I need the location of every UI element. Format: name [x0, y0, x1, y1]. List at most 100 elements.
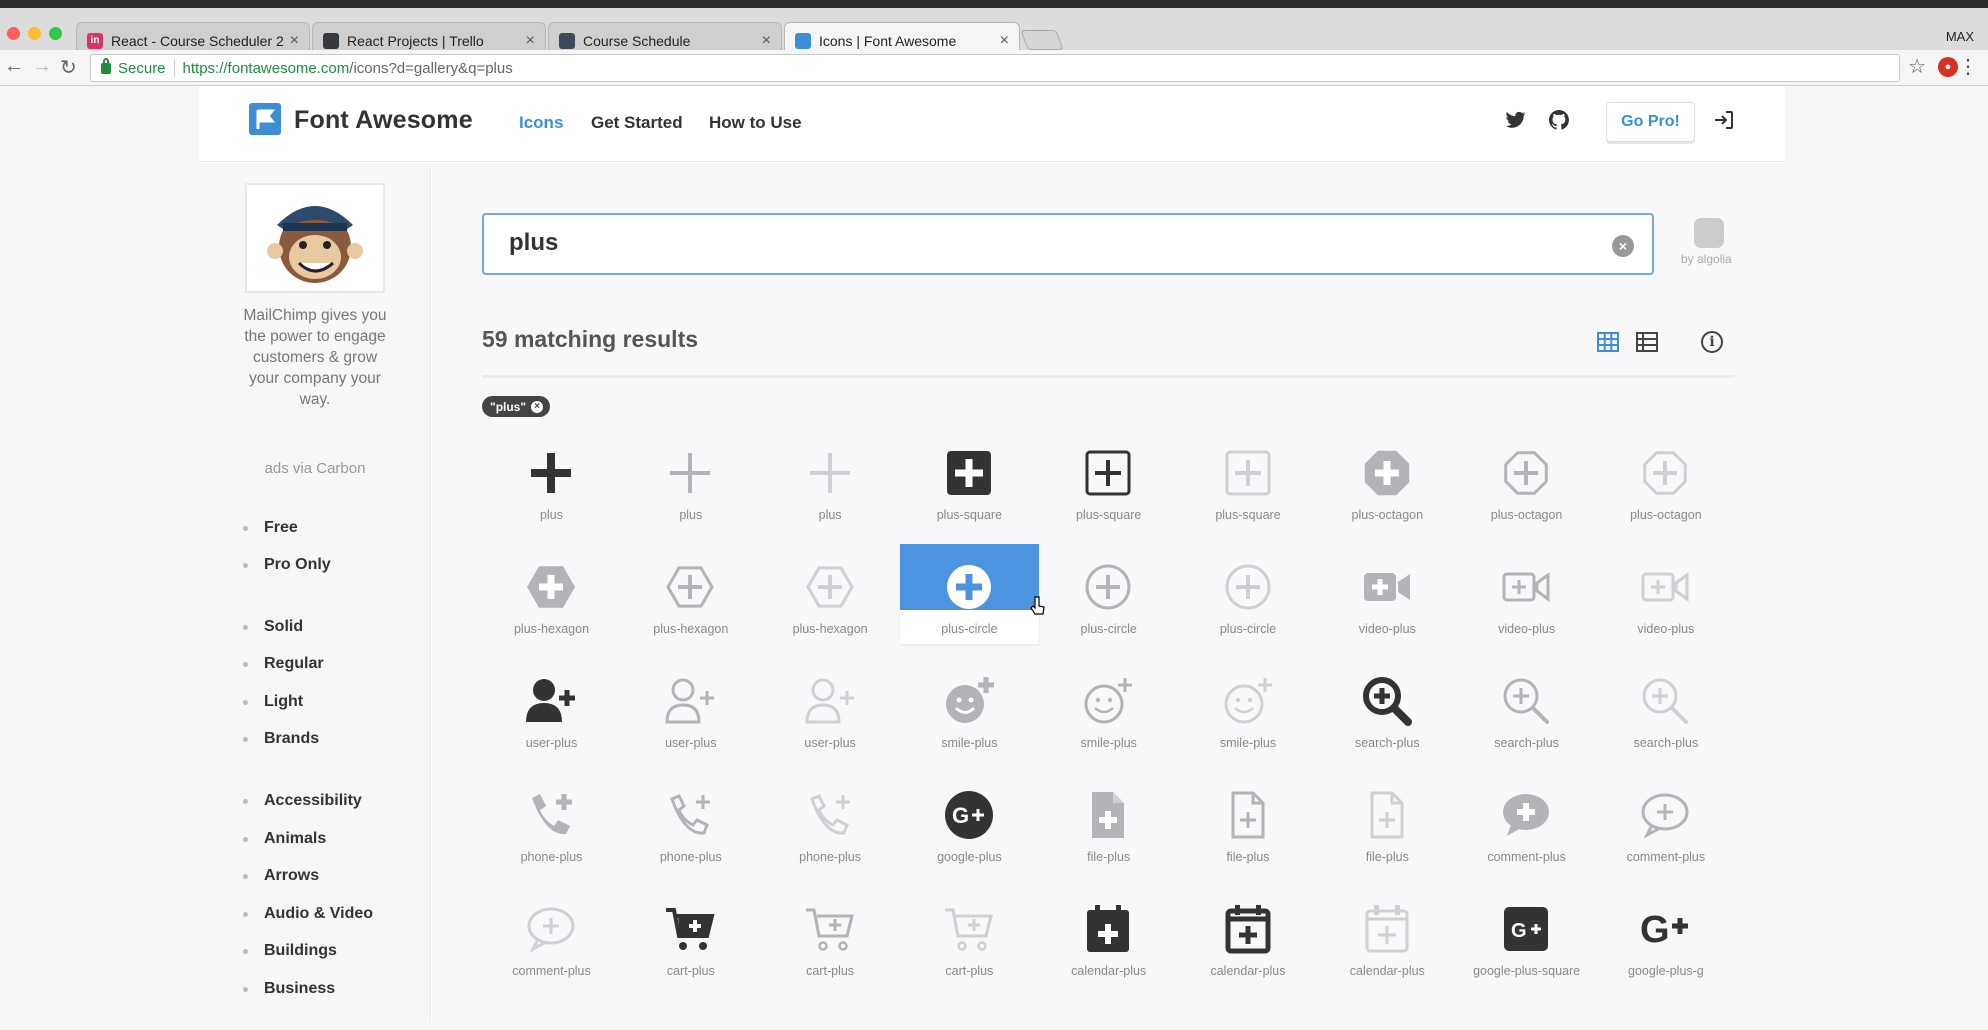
icon-card-user-plus[interactable]: user-plus	[621, 658, 760, 758]
icon-card-phone-plus[interactable]: phone-plus	[621, 772, 760, 872]
icon-card-plus-circle[interactable]: plus-circle	[899, 544, 1039, 644]
icon-card-smile-plus[interactable]: smile-plus	[1039, 658, 1178, 758]
icon-card-plus-hexagon[interactable]: plus-hexagon	[621, 544, 760, 644]
nav-how-to-use[interactable]: How to Use	[709, 113, 802, 133]
tab-title: Course Schedule	[583, 32, 691, 49]
filter-light[interactable]: Light	[243, 693, 303, 711]
icon-card-video-plus[interactable]: video-plus	[1457, 544, 1596, 644]
close-window-button[interactable]	[7, 27, 20, 40]
query-filter-tag[interactable]: "plus" ×	[482, 396, 551, 417]
table-view-icon[interactable]	[1636, 332, 1658, 352]
info-icon[interactable]: i	[1701, 331, 1723, 353]
icon-card-plus[interactable]: plus	[482, 430, 621, 530]
icon-card-plus-octagon[interactable]: plus-octagon	[1457, 430, 1596, 530]
filter-brands[interactable]: Brands	[243, 730, 319, 748]
icon-card-google-plus-square[interactable]: Ggoogle-plus-square	[1457, 886, 1596, 986]
filter-free[interactable]: Free	[243, 519, 298, 537]
algolia-label[interactable]: by algolia	[1681, 252, 1732, 266]
trello-favicon-icon	[323, 32, 339, 49]
icon-card-comment-plus[interactable]: comment-plus	[1457, 772, 1596, 872]
close-tab-icon[interactable]: ×	[762, 32, 771, 50]
github-icon[interactable]	[1547, 108, 1571, 132]
icon-card-google-plus[interactable]: Ggoogle-plus	[900, 772, 1039, 872]
secure-indicator[interactable]: Secure	[101, 57, 166, 77]
font-awesome-flag-icon[interactable]	[249, 103, 281, 135]
icon-card-video-plus[interactable]: video-plus	[1318, 544, 1457, 644]
icon-card-comment-plus[interactable]: comment-plus	[482, 886, 621, 986]
profile-name[interactable]: MAX	[1946, 29, 1974, 44]
site-logo-text[interactable]: Font Awesome	[294, 106, 473, 135]
icon-card-plus-square[interactable]: plus-square	[1179, 430, 1318, 530]
icon-card-file-plus[interactable]: file-plus	[1039, 772, 1178, 872]
reload-icon[interactable]: ↻	[60, 55, 77, 80]
filter-pro-only[interactable]: Pro Only	[243, 556, 331, 574]
close-tab-icon[interactable]: ×	[1000, 32, 1009, 50]
ad-via-carbon[interactable]: ads via Carbon	[199, 460, 431, 477]
nav-get-started[interactable]: Get Started	[591, 113, 683, 133]
nav-icons[interactable]: Icons	[519, 113, 563, 133]
filter-solid[interactable]: Solid	[243, 618, 303, 636]
category-buildings[interactable]: Buildings	[243, 942, 337, 960]
icon-card-search-plus[interactable]: search-plus	[1596, 658, 1735, 758]
icon-card-plus-octagon[interactable]: plus-octagon	[1596, 430, 1735, 530]
icon-card-cart-plus[interactable]: cart-plus	[621, 886, 760, 986]
icon-card-user-plus[interactable]: user-plus	[482, 658, 621, 758]
browser-menu-icon[interactable]: ⋮	[1958, 54, 1978, 79]
plus-icon	[665, 448, 715, 498]
icon-card-plus-circle[interactable]: plus-circle	[1039, 544, 1178, 644]
icon-card-plus-hexagon[interactable]: plus-hexagon	[482, 544, 621, 644]
ad-text[interactable]: MailChimp gives you the power to engage …	[239, 305, 391, 410]
search-input[interactable]: plus ×	[482, 213, 1654, 275]
icon-card-phone-plus[interactable]: phone-plus	[482, 772, 621, 872]
category-business[interactable]: Business	[243, 980, 335, 998]
bookmark-star-icon[interactable]: ☆	[1908, 54, 1926, 79]
icon-card-smile-plus[interactable]: smile-plus	[900, 658, 1039, 758]
icon-card-file-plus[interactable]: file-plus	[1318, 772, 1457, 872]
clear-search-icon[interactable]: ×	[1612, 235, 1634, 257]
icon-card-video-plus[interactable]: video-plus	[1596, 544, 1735, 644]
icon-card-file-plus[interactable]: file-plus	[1179, 772, 1318, 872]
minimize-window-button[interactable]	[28, 27, 41, 40]
filter-regular[interactable]: Regular	[243, 655, 324, 673]
icon-card-plus-circle[interactable]: plus-circle	[1179, 544, 1318, 644]
icon-card-calendar-plus[interactable]: calendar-plus	[1039, 886, 1178, 986]
icon-card-google-plus-g[interactable]: Ggoogle-plus-g	[1596, 886, 1735, 986]
icon-card-search-plus[interactable]: search-plus	[1318, 658, 1457, 758]
forward-icon[interactable]: →	[32, 55, 52, 78]
icon-card-plus-square[interactable]: plus-square	[900, 430, 1039, 530]
algolia-icon[interactable]	[1694, 218, 1724, 248]
icon-card-plus-square[interactable]: plus-square	[1039, 430, 1178, 530]
maximize-window-button[interactable]	[49, 27, 62, 40]
category-accessibility[interactable]: Accessibility	[243, 792, 362, 810]
icon-card-cart-plus[interactable]: cart-plus	[761, 886, 900, 986]
icon-card-plus[interactable]: plus	[621, 430, 760, 530]
icon-card-user-plus[interactable]: user-plus	[761, 658, 900, 758]
icon-card-cart-plus[interactable]: cart-plus	[900, 886, 1039, 986]
icon-card-plus[interactable]: plus	[761, 430, 900, 530]
remove-tag-icon[interactable]: ×	[531, 400, 544, 413]
icon-card-calendar-plus[interactable]: calendar-plus	[1318, 886, 1457, 986]
twitter-icon[interactable]	[1503, 108, 1527, 132]
category-arrows[interactable]: Arrows	[243, 867, 319, 885]
icon-name-label: calendar-plus	[1210, 964, 1286, 978]
sign-in-icon[interactable]	[1712, 108, 1736, 132]
icon-name-label: calendar-plus	[1071, 964, 1147, 978]
icon-card-comment-plus[interactable]: comment-plus	[1596, 772, 1735, 872]
close-tab-icon[interactable]: ×	[290, 32, 299, 50]
new-tab-button[interactable]	[1020, 30, 1064, 50]
back-icon[interactable]: ←	[4, 55, 24, 78]
icon-card-plus-hexagon[interactable]: plus-hexagon	[761, 544, 900, 644]
close-tab-icon[interactable]: ×	[526, 32, 535, 50]
icon-card-phone-plus[interactable]: phone-plus	[761, 772, 900, 872]
ad-image[interactable]	[245, 183, 385, 293]
icon-card-smile-plus[interactable]: smile-plus	[1179, 658, 1318, 758]
category-audio-video[interactable]: Audio & Video	[243, 905, 373, 923]
url-field[interactable]: Secure https://fontawesome.com /icons?d=…	[90, 54, 1900, 82]
icon-card-plus-octagon[interactable]: plus-octagon	[1318, 430, 1457, 530]
go-pro-button[interactable]: Go Pro!	[1606, 102, 1695, 142]
category-animals[interactable]: Animals	[243, 830, 326, 848]
icon-card-calendar-plus[interactable]: calendar-plus	[1179, 886, 1318, 986]
grid-view-icon[interactable]	[1597, 332, 1619, 352]
icon-card-search-plus[interactable]: search-plus	[1457, 658, 1596, 758]
extension-icon[interactable]: ●	[1938, 57, 1958, 77]
